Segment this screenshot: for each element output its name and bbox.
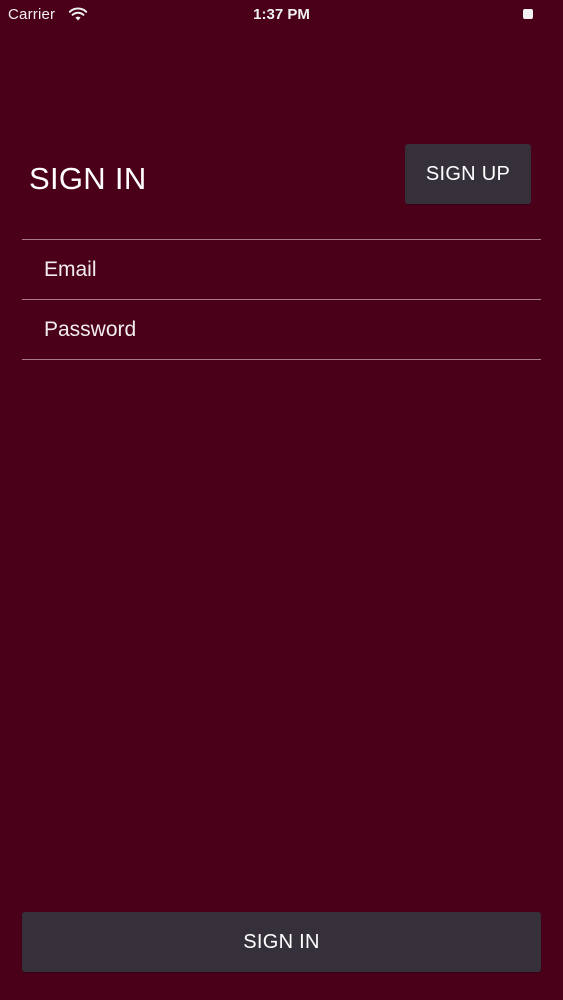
page-title: SIGN IN bbox=[29, 161, 147, 196]
sign-in-button[interactable]: SIGN IN bbox=[22, 912, 541, 972]
sign-in-form bbox=[22, 239, 541, 360]
password-row bbox=[22, 300, 541, 359]
divider bbox=[22, 359, 541, 360]
status-bar: Carrier 1:37 PM bbox=[0, 0, 563, 28]
sign-up-button[interactable]: SIGN UP bbox=[405, 144, 531, 204]
email-row bbox=[22, 240, 541, 299]
password-field[interactable] bbox=[44, 300, 524, 359]
email-field[interactable] bbox=[44, 240, 524, 299]
battery-icon bbox=[523, 9, 533, 19]
status-time: 1:37 PM bbox=[253, 6, 310, 23]
